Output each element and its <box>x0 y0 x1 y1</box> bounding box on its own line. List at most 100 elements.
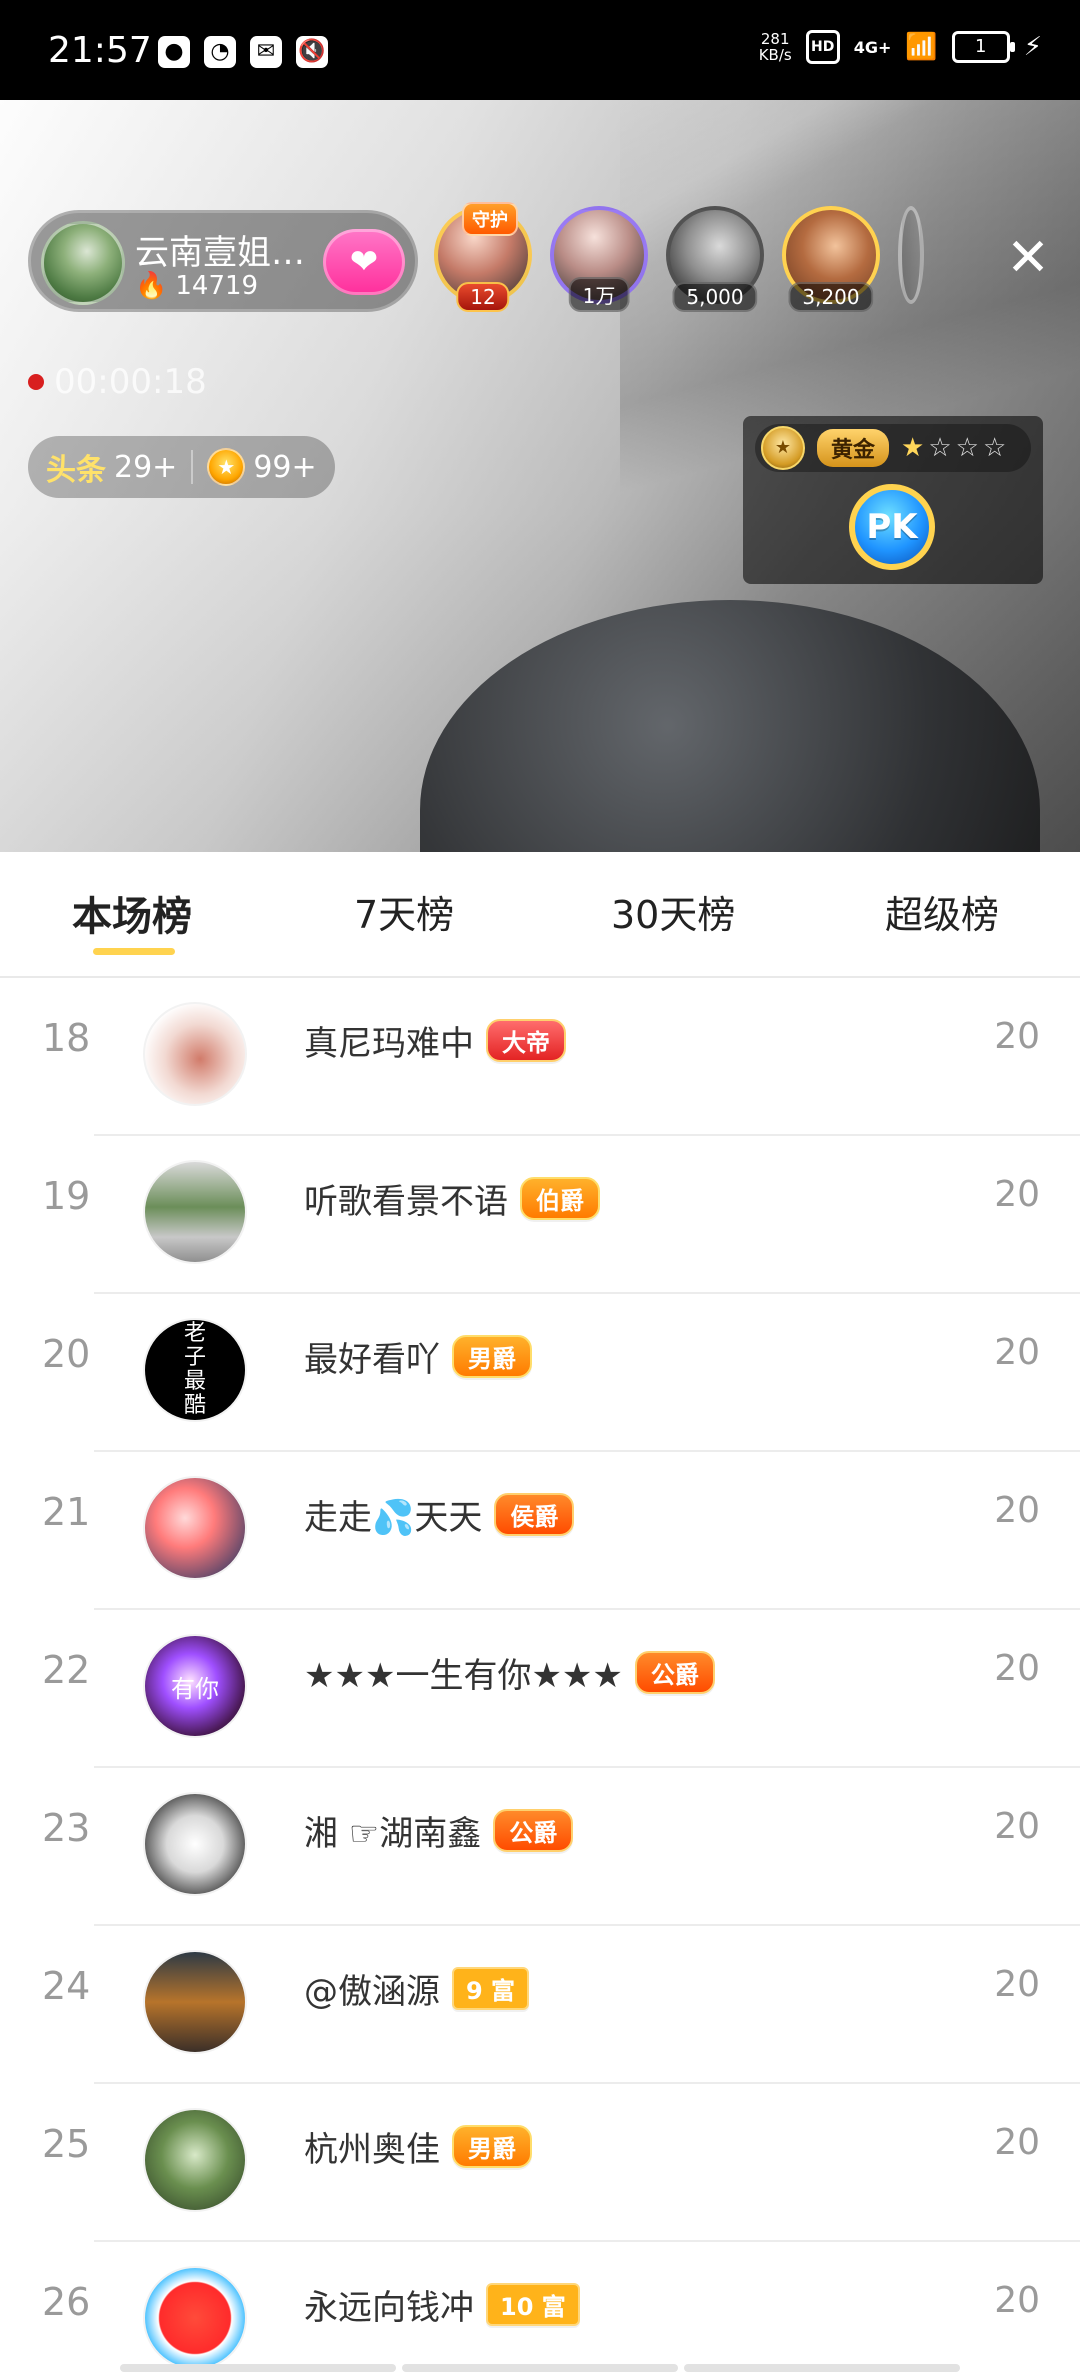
ranking-panel: 本场榜 7天榜 30天榜 超级榜 18 真尼玛难中 大帝 20 19 听歌看景不… <box>0 852 1080 2376</box>
user-name-text: 走走💦天天 <box>304 1498 483 1538</box>
fire-icon: 🔥 <box>135 271 168 301</box>
user-name: 走走💦天天 侯爵 <box>304 1490 575 1539</box>
list-item[interactable]: 20 老 子 最 酷 最好看吖 男爵 20 <box>0 1294 1080 1452</box>
list-item[interactable]: 26 永远向钱冲 10 富 20 <box>0 2242 1080 2376</box>
star-chip[interactable]: ★ 99+ <box>207 448 317 486</box>
live-stream-view[interactable]: 云南壹姐… 🔥 14719 ❤ 守护 12 1万 5,000 3,200 ✕ 0… <box>0 100 1080 852</box>
audience-avatar-3[interactable]: 5,000 <box>666 206 764 312</box>
star-empty-icon: ☆ <box>955 433 979 463</box>
hd-icon: HD <box>805 30 840 64</box>
list-item[interactable]: 24 @傲涵源 9 富 20 <box>0 1926 1080 2084</box>
host-avatar[interactable] <box>41 221 125 305</box>
live-chips[interactable]: 头条 29+ ★ 99+ <box>28 436 335 498</box>
title-badge: 公爵 <box>634 1651 715 1694</box>
rank-medal-icon: ★ <box>761 426 805 470</box>
title-badge: 公爵 <box>493 1809 574 1852</box>
user-name-text: 听歌看景不语 <box>304 1182 508 1222</box>
star-empty-icon: ☆ <box>982 433 1007 463</box>
contribution-score: 20 <box>994 1648 1040 1689</box>
tab-7-days[interactable]: 7天榜 <box>354 884 454 939</box>
host-info-pill[interactable]: 云南壹姐… 🔥 14719 ❤ <box>28 210 418 312</box>
battery-icon: 1 <box>951 31 1015 63</box>
user-avatar[interactable] <box>143 1792 247 1896</box>
host-heat-value: 14719 <box>175 271 259 301</box>
status-app-icons: ● ◔ ✉ 🔇 <box>158 36 328 68</box>
tab-super[interactable]: 超级榜 <box>885 884 999 939</box>
host-heat: 🔥 14719 <box>135 271 258 301</box>
app-icon-1: ● <box>158 36 190 68</box>
rank-number: 20 <box>42 1332 91 1376</box>
tab-current[interactable]: 本场榜 <box>72 884 192 942</box>
rank-number: 18 <box>42 1016 91 1060</box>
page-indicator-segment <box>120 2364 396 2372</box>
user-avatar[interactable] <box>143 2108 247 2212</box>
title-badge: 男爵 <box>452 2125 532 2168</box>
active-tab-underline <box>93 948 175 955</box>
contribution-score: 20 <box>994 2122 1040 2163</box>
title-badge: 男爵 <box>452 1335 532 1378</box>
rank-name: 黄金 <box>817 429 890 467</box>
list-item[interactable]: 25 杭州奥佳 男爵 20 <box>0 2084 1080 2242</box>
rank-number: 23 <box>42 1806 91 1850</box>
contribution-score: 20 <box>994 1016 1040 1057</box>
list-item[interactable]: 18 真尼玛难中 大帝 20 <box>0 978 1080 1136</box>
avatar-text: 有你 <box>171 1674 219 1703</box>
user-name: 听歌看景不语 伯爵 <box>304 1174 600 1223</box>
page-indicator <box>120 2364 960 2372</box>
heart-icon: ❤ <box>349 242 379 282</box>
user-avatar[interactable]: 老 子 最 酷 <box>143 1318 247 1422</box>
audience-avatar-overflow[interactable] <box>898 206 924 304</box>
headline-chip[interactable]: 头条 29+ <box>46 445 177 489</box>
contribution-score: 20 <box>994 1174 1040 1215</box>
battery-level: 1 <box>975 36 987 57</box>
rank-stars: ★ ☆ ☆ ☆ <box>901 433 1006 463</box>
wealth-badge: 9 富 <box>452 1967 530 2010</box>
rank-number: 26 <box>42 2280 91 2324</box>
close-icon[interactable]: ✕ <box>1000 230 1056 286</box>
guard-badge: 守护 <box>462 202 518 236</box>
list-item[interactable]: 21 走走💦天天 侯爵 20 <box>0 1452 1080 1610</box>
wealth-badge: 10 富 <box>486 2283 580 2326</box>
ranking-list[interactable]: 18 真尼玛难中 大帝 20 19 听歌看景不语 伯爵 20 20 老 子 最 … <box>0 978 1080 2376</box>
user-name: 杭州奥佳 男爵 <box>304 2122 532 2171</box>
list-item[interactable]: 23 湘 ☞湖南鑫 公爵 20 <box>0 1768 1080 1926</box>
record-time: 00:00:18 <box>54 362 207 402</box>
title-badge: 伯爵 <box>520 1177 600 1220</box>
list-item[interactable]: 22 有你 ★★★一生有你★★★ 公爵 20 <box>0 1610 1080 1768</box>
user-avatar[interactable] <box>143 1002 247 1106</box>
user-name: ★★★一生有你★★★ 公爵 <box>304 1648 715 1697</box>
page-indicator-segment <box>684 2364 960 2372</box>
charging-icon: ⚡ <box>1023 32 1042 62</box>
user-avatar[interactable] <box>143 1950 247 2054</box>
user-avatar[interactable] <box>143 1160 247 1264</box>
audience-avatars[interactable]: 守护 12 1万 5,000 3,200 <box>434 202 924 312</box>
rank-number: 19 <box>42 1174 91 1218</box>
user-avatar[interactable]: 有你 <box>143 1634 247 1738</box>
audience-avatar-1[interactable]: 守护 12 <box>434 202 532 312</box>
rank-number: 24 <box>42 1964 91 2008</box>
title-badge: 大帝 <box>486 1019 566 1062</box>
pk-card[interactable]: ★ 黄金 ★ ☆ ☆ ☆ PK <box>743 416 1043 584</box>
user-name: 湘 ☞湖南鑫 公爵 <box>304 1806 574 1855</box>
audience-avatar-2[interactable]: 1万 <box>550 206 648 312</box>
user-name-text: 真尼玛难中 <box>304 1024 474 1064</box>
rank-number: 22 <box>42 1648 91 1692</box>
user-name: 最好看吖 男爵 <box>304 1332 532 1381</box>
status-bar: 21:57 ● ◔ ✉ 🔇 281 KB/s HD 4G+ 📶 1 ⚡ <box>0 0 1080 100</box>
audience-avatar-2-label: 1万 <box>568 277 630 312</box>
audience-avatar-1-label: 12 <box>456 282 510 312</box>
tab-30-days[interactable]: 30天榜 <box>611 884 735 939</box>
user-avatar[interactable] <box>143 1476 247 1580</box>
follow-button[interactable]: ❤ <box>323 229 405 295</box>
pk-button[interactable]: PK <box>849 484 935 570</box>
net-speed-value: 281 <box>760 30 790 48</box>
headline-icon: 头条 <box>46 453 106 488</box>
user-name-text: @傲涵源 <box>304 1972 440 2012</box>
user-avatar[interactable] <box>143 2266 247 2370</box>
app-icon-2: ◔ <box>204 36 236 68</box>
contribution-score: 20 <box>994 1964 1040 2005</box>
title-badge: 侯爵 <box>494 1493 575 1536</box>
list-item[interactable]: 19 听歌看景不语 伯爵 20 <box>0 1136 1080 1294</box>
audience-avatar-4[interactable]: 3,200 <box>782 206 880 312</box>
status-time: 21:57 <box>48 30 152 71</box>
